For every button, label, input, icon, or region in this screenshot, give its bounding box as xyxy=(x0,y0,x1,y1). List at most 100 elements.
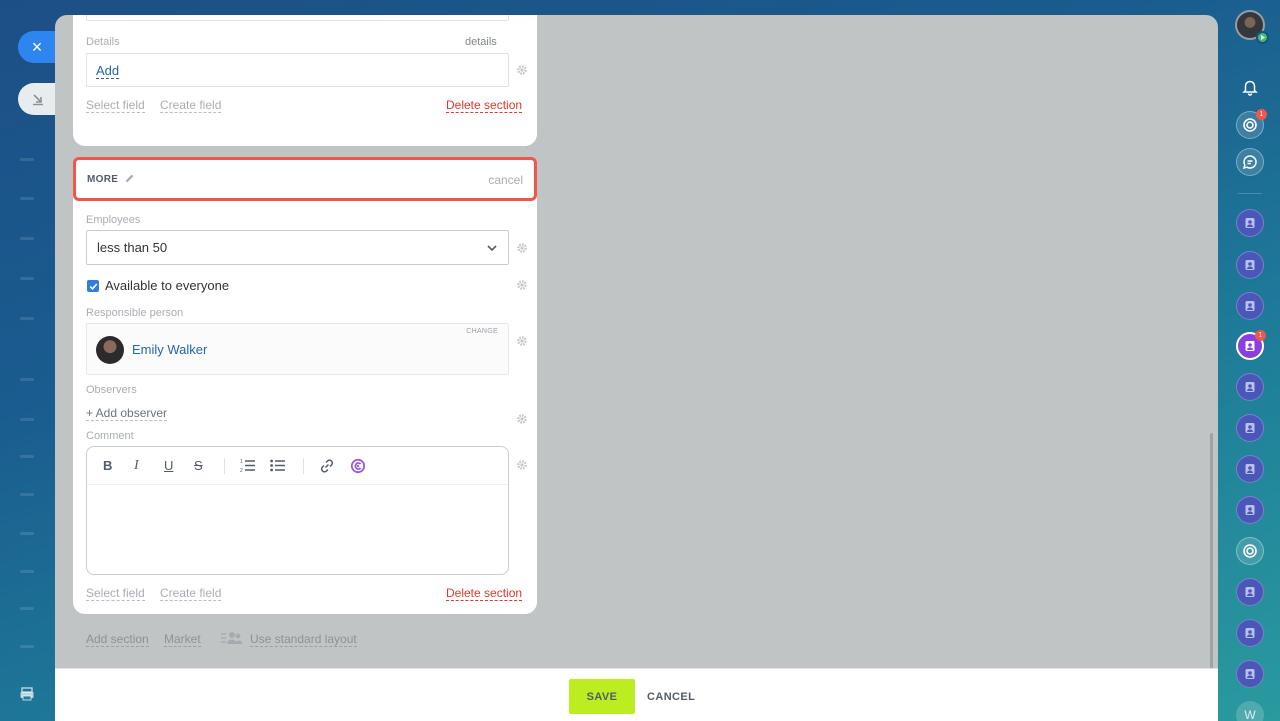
contact-button[interactable] xyxy=(1236,292,1264,320)
available-checkbox[interactable] xyxy=(87,280,99,292)
contact-button[interactable] xyxy=(1236,251,1264,279)
left-strip: × xyxy=(0,0,58,721)
bold-button[interactable]: B xyxy=(103,458,112,473)
background-menu-item xyxy=(20,158,34,161)
checkmark-icon xyxy=(89,282,97,290)
background-menu-item xyxy=(20,455,34,458)
svg-text:2: 2 xyxy=(240,468,243,473)
printer-icon[interactable] xyxy=(19,686,35,702)
toolbar-divider xyxy=(224,458,225,474)
section-cancel-link[interactable]: cancel xyxy=(488,173,523,187)
use-standard-layout-link[interactable]: Use standard layout xyxy=(250,632,357,647)
contact-button[interactable] xyxy=(1236,619,1264,647)
notifications-button[interactable] xyxy=(1236,73,1264,101)
contact-icon xyxy=(1245,260,1255,270)
contact-button[interactable] xyxy=(1236,373,1264,401)
footer-bar: SAVE CANCEL xyxy=(55,668,1218,721)
contact-icon xyxy=(1245,423,1255,433)
create-field-link[interactable]: Create field xyxy=(160,98,222,113)
copilot-icon[interactable] xyxy=(350,458,366,474)
background-menu-item xyxy=(20,277,34,280)
contact-icon xyxy=(1245,301,1255,311)
gear-icon[interactable] xyxy=(516,279,528,291)
avatar xyxy=(96,336,124,364)
background-menu-item xyxy=(20,532,34,535)
more-section-card: MORE cancel Employees less than 50 Avail… xyxy=(73,157,537,614)
copilot-chat-button[interactable] xyxy=(1236,537,1264,565)
right-sidebar: 1 1 W xyxy=(1230,0,1280,721)
add-observer-link[interactable]: + Add observer xyxy=(86,406,168,421)
background-menu-item xyxy=(20,493,34,496)
create-field-link[interactable]: Create field xyxy=(160,586,222,601)
gear-icon[interactable] xyxy=(516,242,528,254)
section-title: MORE xyxy=(87,174,119,185)
close-slider-button[interactable]: × xyxy=(18,31,58,63)
contact-button[interactable] xyxy=(1236,496,1264,524)
numbered-list-icon[interactable]: 1 2 xyxy=(240,458,256,473)
cancel-button[interactable]: CANCEL xyxy=(647,679,695,714)
details-label: Details xyxy=(86,36,120,48)
contact-badge: 1 xyxy=(1255,330,1266,341)
svg-text:1: 1 xyxy=(240,459,243,465)
comment-editor[interactable]: B I U S 1 2 xyxy=(86,446,509,575)
layout-users-icon xyxy=(221,632,243,644)
gear-icon[interactable] xyxy=(516,335,528,347)
contact-button[interactable] xyxy=(1236,660,1264,688)
background-menu-item xyxy=(20,607,34,610)
copilot-icon xyxy=(1243,544,1257,558)
status-online-icon xyxy=(1256,31,1269,44)
delete-section-link[interactable]: Delete section xyxy=(446,586,523,601)
contact-button[interactable] xyxy=(1236,578,1264,606)
contact-letter-avatar[interactable]: W xyxy=(1236,701,1264,721)
editor-toolbar: B I U S 1 2 xyxy=(87,447,508,485)
contact-button[interactable] xyxy=(1236,455,1264,483)
underline-button[interactable]: U xyxy=(164,458,173,473)
background-menu-item xyxy=(20,570,34,573)
available-label[interactable]: Available to everyone xyxy=(105,278,229,293)
section-header: MORE cancel xyxy=(73,157,537,201)
employees-select[interactable]: less than 50 xyxy=(86,230,509,265)
background-menu-item xyxy=(20,317,34,320)
gear-icon[interactable] xyxy=(516,459,528,471)
background-menu-item xyxy=(20,645,34,648)
contact-icon xyxy=(1245,341,1255,351)
market-link[interactable]: Market xyxy=(164,632,201,647)
observers-label: Observers xyxy=(86,384,137,396)
bulleted-list-icon[interactable] xyxy=(270,458,286,473)
link-icon[interactable] xyxy=(319,458,335,474)
save-button[interactable]: SAVE xyxy=(569,679,635,714)
background-menu-item xyxy=(20,418,34,421)
italic-button[interactable]: I xyxy=(134,458,139,474)
gear-icon[interactable] xyxy=(516,64,528,76)
minimize-icon xyxy=(33,94,43,106)
strikethrough-button[interactable]: S xyxy=(194,458,203,473)
background-menu-item xyxy=(20,237,34,240)
contact-icon xyxy=(1245,669,1255,679)
contact-icon xyxy=(1245,382,1255,392)
counter-badge: 1 xyxy=(1256,109,1267,120)
minimize-slider-button[interactable] xyxy=(18,83,58,115)
bell-icon xyxy=(1242,80,1258,96)
select-field-link[interactable]: Select field xyxy=(86,98,145,113)
chat-icon xyxy=(1242,155,1257,170)
slider-panel: Details details Add Select field Create … xyxy=(55,15,1218,721)
employees-select-value: less than 50 xyxy=(97,240,168,255)
details-field[interactable]: Add xyxy=(86,53,509,87)
add-section-link[interactable]: Add section xyxy=(86,632,149,647)
contact-icon xyxy=(1245,505,1255,515)
details-card: Details details Add Select field Create … xyxy=(73,15,537,146)
pencil-icon[interactable] xyxy=(124,173,135,184)
contact-icon xyxy=(1245,587,1255,597)
responsible-person-name[interactable]: Emily Walker xyxy=(132,342,207,357)
chat-button[interactable] xyxy=(1236,148,1264,176)
delete-section-link[interactable]: Delete section xyxy=(446,98,523,113)
add-details-link[interactable]: Add xyxy=(96,64,120,79)
chevron-down-icon xyxy=(487,245,497,252)
contact-button[interactable] xyxy=(1236,209,1264,237)
background-menu-item xyxy=(20,197,34,200)
gear-icon[interactable] xyxy=(516,413,528,425)
change-responsible-link[interactable]: CHANGE xyxy=(466,328,498,335)
previous-field-box xyxy=(86,15,509,21)
select-field-link[interactable]: Select field xyxy=(86,586,145,601)
contact-button[interactable] xyxy=(1236,414,1264,442)
